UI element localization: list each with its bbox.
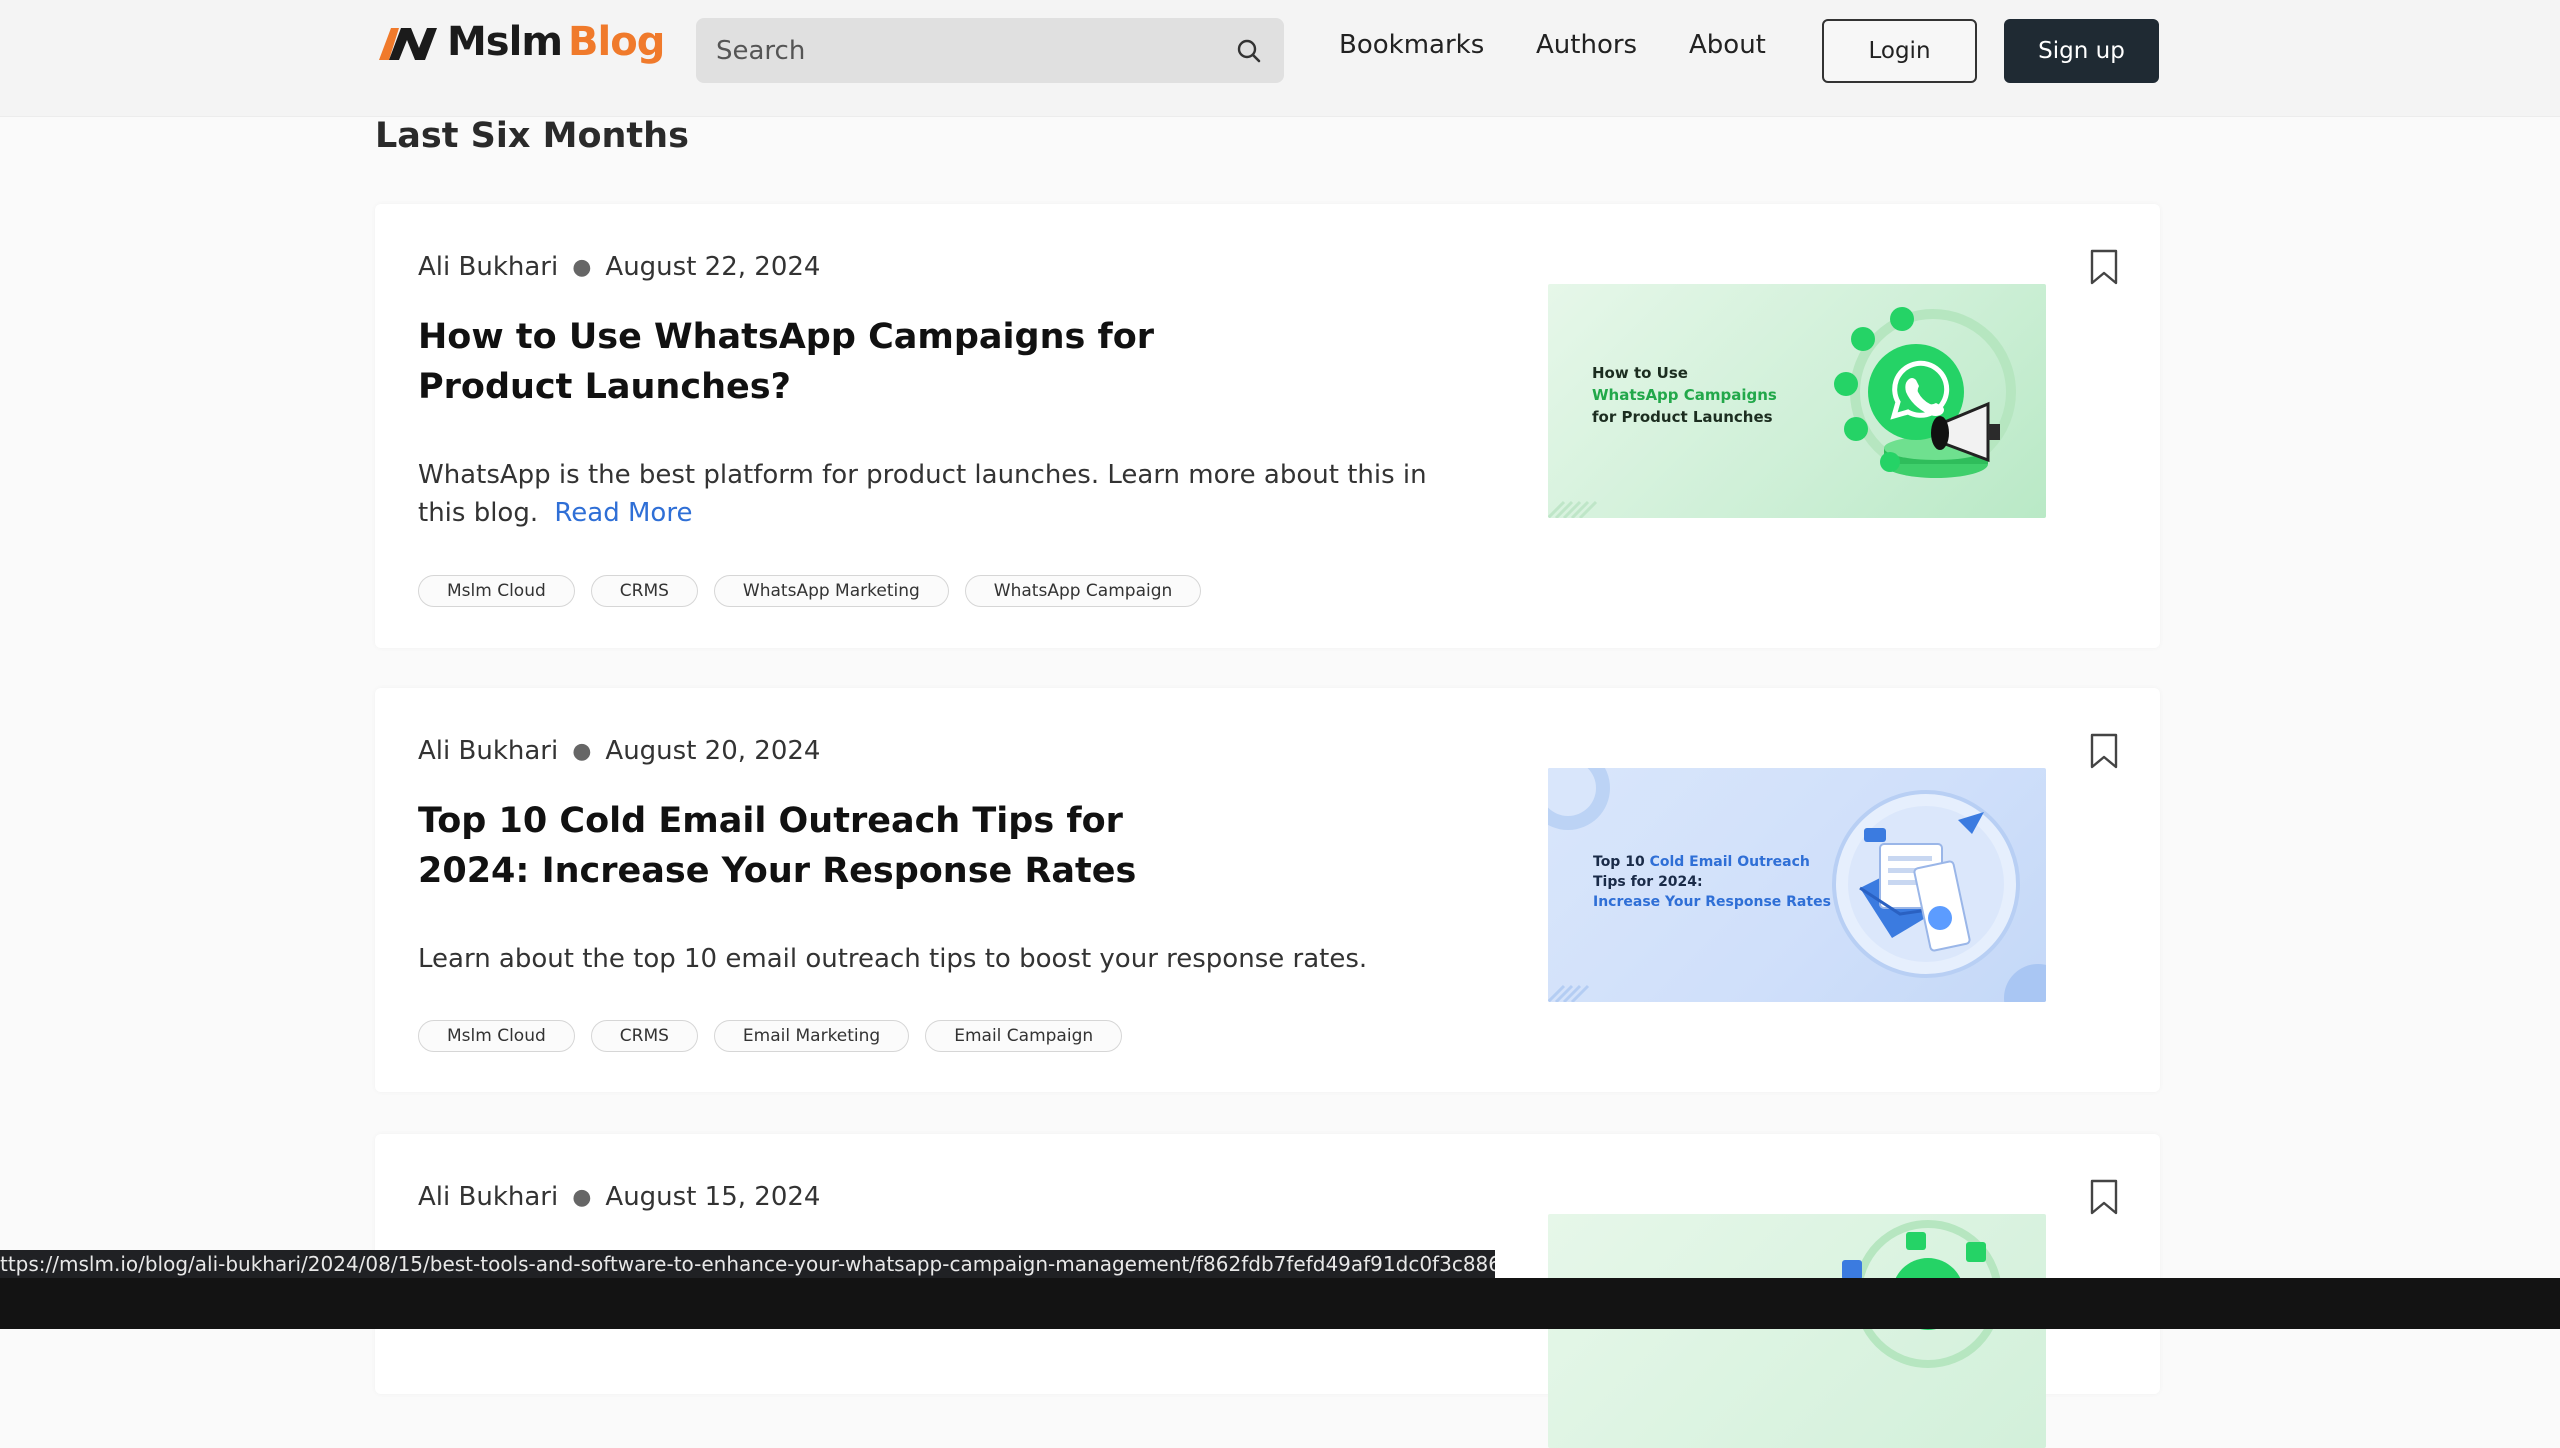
site-header: Mslm Blog Bookmarks Authors About Login …: [0, 0, 2560, 117]
post-card[interactable]: Ali Bukhari ● August 20, 2024 Top 10 Col…: [375, 688, 2160, 1092]
post-thumbnail[interactable]: Top 10 Cold Email Outreach Tips for 2024…: [1548, 768, 2046, 1002]
nav-bookmarks-link[interactable]: Bookmarks: [1339, 30, 1484, 60]
post-excerpt: Learn about the top 10 email outreach ti…: [418, 940, 1458, 978]
thumbnail-line: How to Use: [1592, 364, 1688, 382]
logo-text-blog: Blog: [568, 19, 665, 65]
bookmark-icon[interactable]: [2088, 248, 2120, 286]
tag-chip[interactable]: Email Marketing: [713, 1020, 910, 1052]
post-meta: Ali Bukhari ● August 22, 2024: [418, 252, 820, 282]
tag-chip[interactable]: CRMS: [590, 1020, 698, 1052]
meta-separator: ●: [572, 738, 592, 764]
thumbnail-line: Tips for 2024:: [1593, 874, 1703, 890]
status-bar-url: ttps://mslm.io/blog/ali-bukhari/2024/08/…: [0, 1250, 1495, 1278]
thumbnail-line: Cold Email Outreach: [1649, 854, 1810, 870]
bookmark-icon[interactable]: [2088, 732, 2120, 770]
search-box[interactable]: [696, 18, 1284, 83]
thumbnail-graphic: [1842, 1220, 2002, 1368]
section-title: Last Six Months: [375, 116, 689, 156]
tag-chip[interactable]: Mslm Cloud: [418, 575, 575, 607]
post-tags: Mslm Cloud CRMS Email Marketing Email Ca…: [418, 1020, 1138, 1052]
post-excerpt-text: Learn about the top 10 email outreach ti…: [418, 944, 1368, 974]
post-date: August 22, 2024: [605, 252, 821, 282]
signup-button[interactable]: Sign up: [2004, 19, 2159, 83]
post-excerpt: WhatsApp is the best platform for produc…: [418, 456, 1458, 532]
thumbnail-text: Top 10 Cold Email Outreach Tips for 2024…: [1593, 852, 1831, 912]
thumbnail-text: How to Use WhatsApp Campaigns for Produc…: [1592, 362, 1777, 428]
post-title[interactable]: How to Use WhatsApp Campaigns for Produc…: [418, 312, 1178, 412]
search-input[interactable]: [716, 35, 1234, 66]
thumbnail-line: WhatsApp Campaigns: [1592, 386, 1777, 404]
post-thumbnail[interactable]: How to Use WhatsApp Campaigns for Produc…: [1548, 284, 2046, 518]
post-meta: Ali Bukhari ● August 15, 2024: [418, 1182, 820, 1212]
tag-chip[interactable]: Mslm Cloud: [418, 1020, 575, 1052]
meta-separator: ●: [572, 254, 592, 280]
read-more-link[interactable]: Read More: [554, 498, 692, 528]
thumbnail-line: Increase Your Response Rates: [1593, 894, 1831, 910]
logo-text-mslm: Mslm: [447, 19, 563, 65]
tag-chip[interactable]: WhatsApp Marketing: [713, 575, 949, 607]
post-tags: Mslm Cloud CRMS WhatsApp Marketing Whats…: [418, 575, 1217, 607]
nav-authors-link[interactable]: Authors: [1536, 30, 1637, 60]
search-icon[interactable]: [1234, 36, 1264, 66]
login-button[interactable]: Login: [1822, 19, 1977, 83]
nav-about-link[interactable]: About: [1689, 30, 1766, 60]
post-author[interactable]: Ali Bukhari: [418, 736, 558, 766]
post-card[interactable]: Ali Bukhari ● August 22, 2024 How to Use…: [375, 204, 2160, 648]
post-author[interactable]: Ali Bukhari: [418, 252, 558, 282]
thumbnail-line: Top 10: [1593, 854, 1650, 870]
tag-chip[interactable]: Email Campaign: [925, 1020, 1123, 1052]
post-meta: Ali Bukhari ● August 20, 2024: [418, 736, 820, 766]
thumbnail-line: for Product Launches: [1592, 408, 1773, 426]
meta-separator: ●: [572, 1184, 592, 1210]
post-author[interactable]: Ali Bukhari: [418, 1182, 558, 1212]
tag-chip[interactable]: CRMS: [590, 575, 698, 607]
post-date: August 15, 2024: [605, 1182, 821, 1212]
bookmark-icon[interactable]: [2088, 1178, 2120, 1216]
bottom-bar: [0, 1278, 2560, 1329]
post-title[interactable]: Top 10 Cold Email Outreach Tips for 2024…: [418, 796, 1178, 896]
site-logo[interactable]: Mslm Blog: [375, 16, 665, 68]
post-thumbnail[interactable]: [1548, 1214, 2046, 1448]
post-date: August 20, 2024: [605, 736, 821, 766]
tag-chip[interactable]: WhatsApp Campaign: [964, 575, 1202, 607]
logo-mark-icon: [379, 28, 437, 60]
